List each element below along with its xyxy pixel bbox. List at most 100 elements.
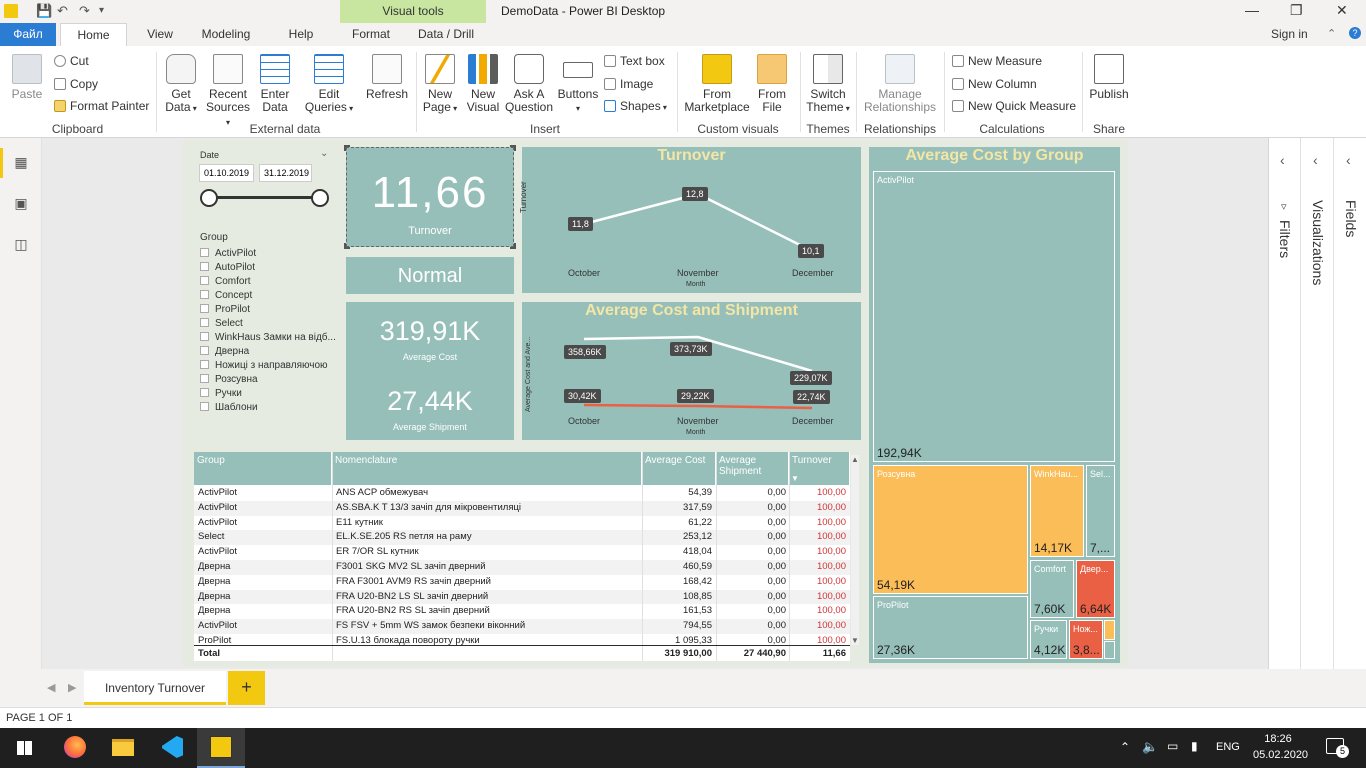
selection-handle[interactable] [510,243,516,249]
checkbox[interactable] [200,402,209,411]
tab-format[interactable]: Format [346,23,396,46]
table-row[interactable]: Select EL.K.SE.205 RS петля на раму 253,12… [194,530,850,546]
vscode-icon[interactable] [148,728,196,768]
new-measure-button[interactable]: New Measure [952,54,1042,68]
from-file-button[interactable]: From File [756,54,788,114]
group-slicer-item[interactable]: Розсувна [200,374,258,385]
treemap-tile[interactable]: Двер... 6,64K [1076,560,1115,618]
copy-button[interactable]: Copy [54,77,98,91]
switch-theme-button[interactable]: Switch Theme ▾ [806,54,850,115]
table-row[interactable]: Дверна FRA U20-BN2 LS SL зачіп дверний 108… [194,589,850,605]
windows-start-icon[interactable] [0,728,48,768]
tab-view[interactable]: View [140,23,180,46]
format-painter-button[interactable]: Format Painter [54,99,149,113]
table-row[interactable]: ActivPilot ANS ACP обмежувач 54,39 0,00 100,… [194,486,850,501]
checkbox[interactable] [200,290,209,299]
ask-question-button[interactable]: Ask A Question [504,54,554,114]
treemap-tile[interactable]: Нож... 3,8... [1069,620,1103,659]
shapes-button[interactable]: Shapes ▾ [604,99,667,113]
group-slicer-item[interactable]: Select [200,318,243,329]
refresh-button[interactable]: Refresh [364,54,410,101]
group-slicer-item[interactable]: ActivPilot [200,248,256,259]
edit-queries-button[interactable]: Edit Queries ▾ [304,54,354,115]
treemap-tile[interactable]: Comfort 7,60K [1030,560,1074,618]
new-visual-button[interactable]: New Visual [464,54,502,114]
recent-sources-button[interactable]: Recent Sources ▾ [204,54,252,129]
redo-icon[interactable]: ↷ [79,3,90,19]
tab-data-drill[interactable]: Data / Drill [412,23,480,46]
table-row[interactable]: ActivPilot AS.SBA.K T 13/3 зачіп для мікр… [194,500,850,516]
powerbi-taskbar-icon[interactable] [197,728,245,768]
chevron-left-icon[interactable]: ‹ [1280,152,1285,168]
table-row[interactable]: ActivPilot E11 кутник 61,22 0,00 100,00 [194,515,850,531]
date-range-start-handle[interactable] [200,189,218,207]
selection-handle[interactable] [344,243,350,249]
group-slicer-item[interactable]: Comfort [200,276,251,287]
scroll-down-icon[interactable]: ▼ [851,636,859,645]
sign-in-link[interactable]: Sign in [1271,27,1308,41]
group-slicer-item[interactable]: AutoPilot [200,262,255,273]
table-row[interactable]: ActivPilot ER 7/OR SL кутник 418,04 0,00 100… [194,545,850,561]
tab-help[interactable]: Help [282,23,320,46]
col-header-group[interactable]: Group [194,452,332,485]
clock-date[interactable]: 05.02.2020 [1253,749,1308,761]
group-slicer-item[interactable]: Ручки [200,388,242,399]
report-view-icon[interactable]: ▦ [12,154,30,170]
file-explorer-icon[interactable] [99,728,147,768]
date-from-input[interactable] [199,164,254,182]
restore-icon[interactable]: ❐ [1290,2,1303,19]
paste-button[interactable]: Paste [8,54,46,101]
image-button[interactable]: Image [604,77,653,91]
group-slicer-item[interactable]: Concept [200,290,252,301]
checkbox[interactable] [200,304,209,313]
col-header-nomenclature[interactable]: Nomenclature [332,452,642,485]
new-quick-measure-button[interactable]: New Quick Measure [952,99,1076,113]
group-slicer-item[interactable]: Дверна [200,346,249,357]
input-language[interactable]: ENG [1216,741,1240,753]
tab-home[interactable]: Home [60,23,127,46]
scroll-up-icon[interactable]: ▲ [851,455,859,464]
treemap-tile[interactable]: ActivPilot 192,94K [873,171,1115,462]
checkbox[interactable] [200,374,209,383]
group-slicer-item[interactable]: Ножиці з направляючою [200,360,328,371]
close-icon[interactable]: ✕ [1336,2,1348,19]
treemap-tile[interactable]: Ручки 4,12K [1030,620,1067,659]
collapse-ribbon-icon[interactable]: ⌃ [1327,27,1336,40]
new-page-button[interactable]: New Page ▾ [420,54,460,115]
selection-handle[interactable] [344,145,350,151]
checkbox[interactable] [200,262,209,271]
treemap-tile[interactable]: ProPilot 27,36K [873,596,1028,659]
checkbox[interactable] [200,276,209,285]
group-slicer-item[interactable]: WinkHaus Замки на відб... [200,332,336,343]
from-marketplace-button[interactable]: From Marketplace [682,54,752,114]
treemap-tile[interactable]: Sel... 7,... [1086,465,1115,557]
checkbox[interactable] [200,318,209,327]
treemap-tile-small[interactable] [1104,620,1115,640]
cut-button[interactable]: Cut [54,54,89,68]
tab-modeling[interactable]: Modeling [196,23,256,46]
table-row[interactable]: Дверна F3001 SKG MV2 SL зачіп дверний 460,… [194,560,850,575]
checkbox[interactable] [200,388,209,397]
tray-chevron-icon[interactable]: ⌃ [1120,740,1130,754]
page-tab-inventory-turnover[interactable]: Inventory Turnover [84,671,226,705]
table-row[interactable]: Дверна FRA U20-BN2 RS SL зачіп дверний 161… [194,604,850,620]
treemap-tile-small[interactable] [1104,641,1115,659]
help-icon[interactable]: ? [1349,27,1361,39]
treemap-tile[interactable]: Розсувна 54,19K [873,465,1028,594]
manage-relationships-button[interactable]: Manage Relationships [862,54,938,114]
date-to-input[interactable] [259,164,312,182]
next-page-icon[interactable]: ▶ [68,681,76,694]
date-range-end-handle[interactable] [311,189,329,207]
fields-pane[interactable]: ‹ Fields [1335,138,1366,669]
col-header-average-shipment[interactable]: Average Shipment [716,452,789,485]
model-view-icon[interactable]: ◫ [12,236,30,252]
checkbox[interactable] [200,346,209,355]
save-icon[interactable]: 💾 [36,3,52,19]
add-page-button[interactable]: + [228,671,265,705]
prev-page-icon[interactable]: ◀ [47,681,55,694]
clock-time[interactable]: 18:26 [1253,733,1303,745]
chevron-left-icon[interactable]: ‹ [1313,152,1318,168]
filters-pane[interactable]: ‹ ▿ Filters [1269,138,1301,669]
enter-data-button[interactable]: Enter Data [256,54,294,114]
treemap-tile[interactable]: WinkHau... 14,17K [1030,465,1084,557]
